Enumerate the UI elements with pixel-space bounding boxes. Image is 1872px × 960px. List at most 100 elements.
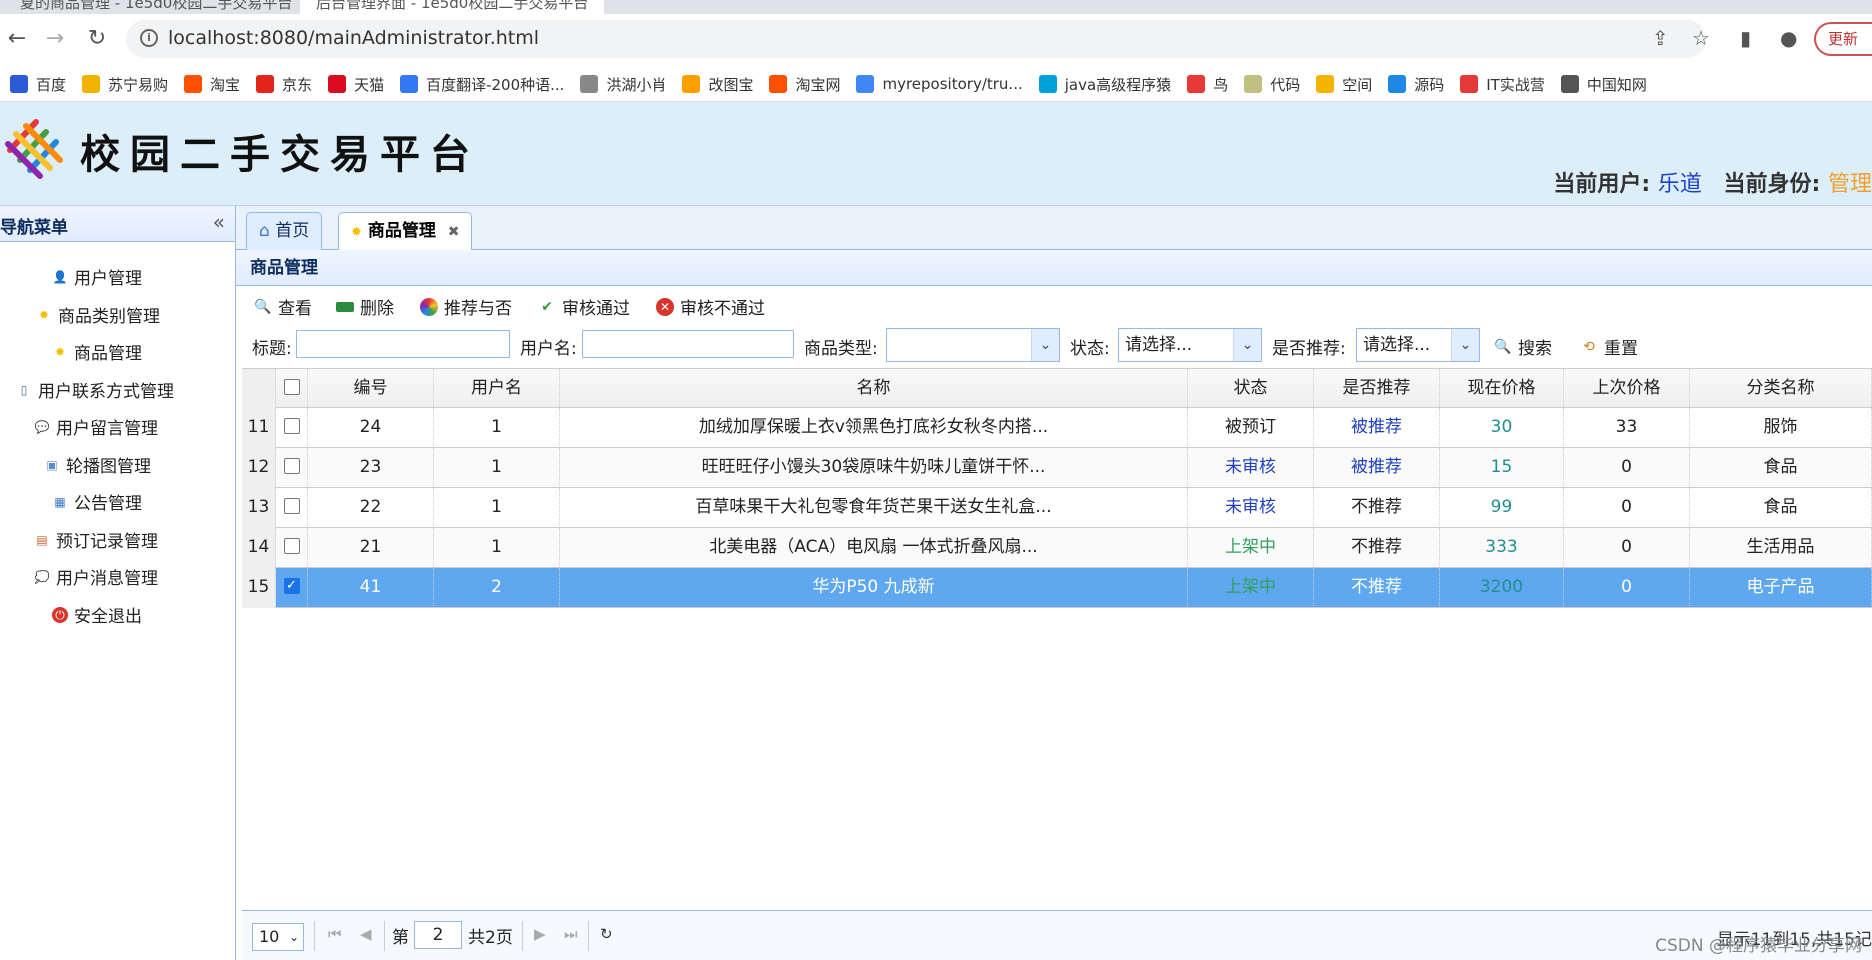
bookmark-item[interactable]: 洪湖小肖: [580, 66, 666, 101]
bookmark-item[interactable]: 改图宝: [682, 66, 753, 101]
first-page-icon[interactable]: ⏮: [328, 925, 342, 943]
delete-button[interactable]: 删除: [336, 294, 394, 319]
type-filter-select[interactable]: ⌄: [886, 328, 1060, 362]
status-filter-select[interactable]: 请选择... ⌄: [1118, 328, 1262, 362]
delete-label: 删除: [360, 299, 394, 319]
recommend-toggle-button[interactable]: 推荐与否: [420, 294, 512, 319]
title-filter-input[interactable]: [296, 330, 510, 358]
table-row[interactable]: 14 21 1 北美电器（ACA）电风扇 一体式折叠风扇... 上架中 不推荐 333 0 生活…: [242, 528, 1872, 568]
last-page-icon[interactable]: ⏭: [564, 925, 578, 943]
bookmark-favicon-icon: [1388, 75, 1407, 93]
bookmark-item[interactable]: 淘宝网: [769, 66, 840, 101]
view-button[interactable]: 🔍 查看: [254, 294, 312, 320]
images-icon: ▣: [46, 457, 58, 472]
sidebar-item-user-message-management[interactable]: 💭 用户消息管理: [34, 564, 158, 589]
back-icon[interactable]: ←: [2, 24, 32, 54]
bookmark-item[interactable]: 百度翻译-200种语...: [400, 66, 564, 101]
select-all-checkbox[interactable]: [283, 378, 300, 395]
browser-tab[interactable]: 夏的商品管理 - 1e5d0校园二手交易平台: [20, 0, 292, 14]
bookmark-item[interactable]: 天猫: [328, 66, 384, 101]
sidebar: 导航菜单 « 👤 用户管理 ✹ 商品类别管理 ✹ 商品管理 ▯ 用户联系方式管理…: [0, 206, 236, 960]
sidepanel-icon[interactable]: ▮: [1740, 26, 1751, 50]
bookmark-item[interactable]: 百度: [10, 66, 67, 101]
close-icon[interactable]: ✖: [448, 224, 460, 240]
bookmark-item[interactable]: 代码: [1244, 66, 1301, 101]
bookmark-item[interactable]: 苏宁易购: [82, 66, 168, 101]
row-checkbox-cell[interactable]: [276, 528, 308, 568]
prev-page-icon[interactable]: ◀: [360, 925, 372, 943]
column-header-category[interactable]: 分类名称: [1690, 369, 1872, 409]
reset-button[interactable]: ⟲ 重置: [1580, 334, 1638, 360]
page-number-input[interactable]: 2: [414, 921, 462, 949]
refresh-icon[interactable]: ↻: [600, 925, 613, 943]
recommend-filter-value: 请选择...: [1363, 335, 1431, 355]
search-button[interactable]: 🔍 搜索: [1494, 334, 1552, 360]
notice-icon: ▦: [54, 494, 66, 509]
table-row[interactable]: 13 22 1 百草味果干大礼包零食年货芒果干送女生礼盒... 未审核 不推荐 99 0 食品: [242, 488, 1872, 528]
select-all-checkbox-cell[interactable]: [276, 369, 308, 409]
bookmark-item[interactable]: java高级程序猿: [1038, 66, 1171, 101]
table-row[interactable]: 12 23 1 旺旺旺仔小馒头30袋原味牛奶味儿童饼干怀... 未审核 被推荐 15 0 食品: [242, 448, 1872, 488]
sidebar-item-notice-management[interactable]: ▦ 公告管理: [52, 489, 142, 514]
sidebar-item-logout[interactable]: ⏻ 安全退出: [52, 602, 142, 627]
row-checkbox-cell[interactable]: [276, 408, 308, 448]
row-checkbox-cell[interactable]: [276, 488, 308, 528]
sidebar-item-message-management[interactable]: 💬 用户留言管理: [34, 414, 158, 439]
approve-button[interactable]: ✔ 审核通过: [538, 294, 630, 320]
site-info-icon[interactable]: i: [140, 29, 158, 47]
bookmark-item[interactable]: 淘宝: [184, 66, 240, 101]
tab-label: 商品管理: [367, 221, 436, 241]
sidebar-item-booking-management[interactable]: ▤ 预订记录管理: [34, 527, 158, 552]
row-checkbox-cell[interactable]: ✓: [276, 568, 308, 608]
column-header-recommend[interactable]: 是否推荐: [1314, 369, 1440, 409]
bookmark-item[interactable]: myrepository/tru...: [856, 66, 1023, 101]
reload-icon[interactable]: ↻: [82, 24, 112, 54]
row-checkbox[interactable]: [283, 457, 300, 474]
sidebar-item-carousel-management[interactable]: ▣ 轮播图管理: [44, 452, 151, 477]
forward-icon[interactable]: →: [40, 24, 70, 54]
column-header-last-price[interactable]: 上次价格: [1564, 369, 1690, 409]
username-filter-input[interactable]: [582, 330, 794, 358]
table-row[interactable]: 11 24 1 加绒加厚保暖上衣v领黑色打底衫女秋冬内搭... 被预订 被推荐 30 33 服饰: [242, 408, 1872, 448]
next-page-icon[interactable]: ▶: [534, 925, 546, 943]
page-size-select[interactable]: 10 ⌄: [252, 923, 304, 951]
sidebar-item-category-management[interactable]: ✹ 商品类别管理: [36, 302, 160, 327]
column-header-id[interactable]: 编号: [308, 369, 434, 409]
tab-home[interactable]: ⌂ 首页: [246, 212, 323, 250]
collapse-icon[interactable]: «: [213, 210, 225, 234]
bookmark-item[interactable]: 鸟: [1187, 66, 1228, 101]
tab-goods-management[interactable]: ✹ 商品管理 ✖: [338, 212, 473, 251]
table-header-row: 编号 用户名 名称 状态 是否推荐 现在价格 上次价格 分类名称: [242, 368, 1872, 409]
profile-icon[interactable]: ●: [1780, 26, 1797, 50]
row-checkbox[interactable]: [283, 417, 300, 434]
table-row[interactable]: 15 ✓ 41 2 华为P50 九成新 上架中 不推荐 3200 0 电子产品: [242, 568, 1872, 608]
cell-id: 24: [308, 408, 434, 448]
column-header-username[interactable]: 用户名: [434, 369, 560, 409]
bookmark-item[interactable]: 京东: [256, 66, 312, 101]
bookmark-star-icon[interactable]: ☆: [1692, 26, 1710, 50]
reject-button[interactable]: ✕ 审核不通过: [656, 294, 765, 319]
column-header-status[interactable]: 状态: [1188, 369, 1314, 409]
url-box[interactable]: i localhost:8080/mainAdministrator.html: [126, 20, 1706, 58]
row-checkbox[interactable]: [283, 537, 300, 554]
row-checkbox-cell[interactable]: [276, 448, 308, 488]
column-header-name[interactable]: 名称: [560, 369, 1188, 409]
bookmark-item[interactable]: IT实战营: [1460, 66, 1545, 101]
share-icon[interactable]: ⇪: [1652, 26, 1669, 50]
column-header-current-price[interactable]: 现在价格: [1440, 369, 1564, 409]
update-button[interactable]: 更新: [1814, 22, 1872, 56]
bookmark-label: 百度: [36, 75, 67, 94]
sidebar-item-user-management[interactable]: 👤 用户管理: [52, 264, 142, 289]
bookmark-item[interactable]: 中国知网: [1560, 66, 1647, 101]
sidebar-item-contact-management[interactable]: ▯ 用户联系方式管理: [16, 377, 174, 402]
bookmark-item[interactable]: 空间: [1316, 66, 1373, 101]
user-icon: 👤: [52, 269, 68, 284]
bookmark-label: 代码: [1270, 75, 1301, 94]
row-checkbox[interactable]: ✓: [283, 577, 300, 594]
browser-tab-active[interactable]: 后台管理界面 - 1e5d0校园二手交易平台: [300, 0, 605, 14]
bookmark-label: 空间: [1342, 75, 1373, 94]
bookmark-item[interactable]: 源码: [1388, 66, 1444, 101]
recommend-filter-select[interactable]: 请选择... ⌄: [1356, 328, 1480, 362]
row-checkbox[interactable]: [283, 497, 300, 514]
sidebar-item-goods-management[interactable]: ✹ 商品管理: [52, 339, 142, 364]
